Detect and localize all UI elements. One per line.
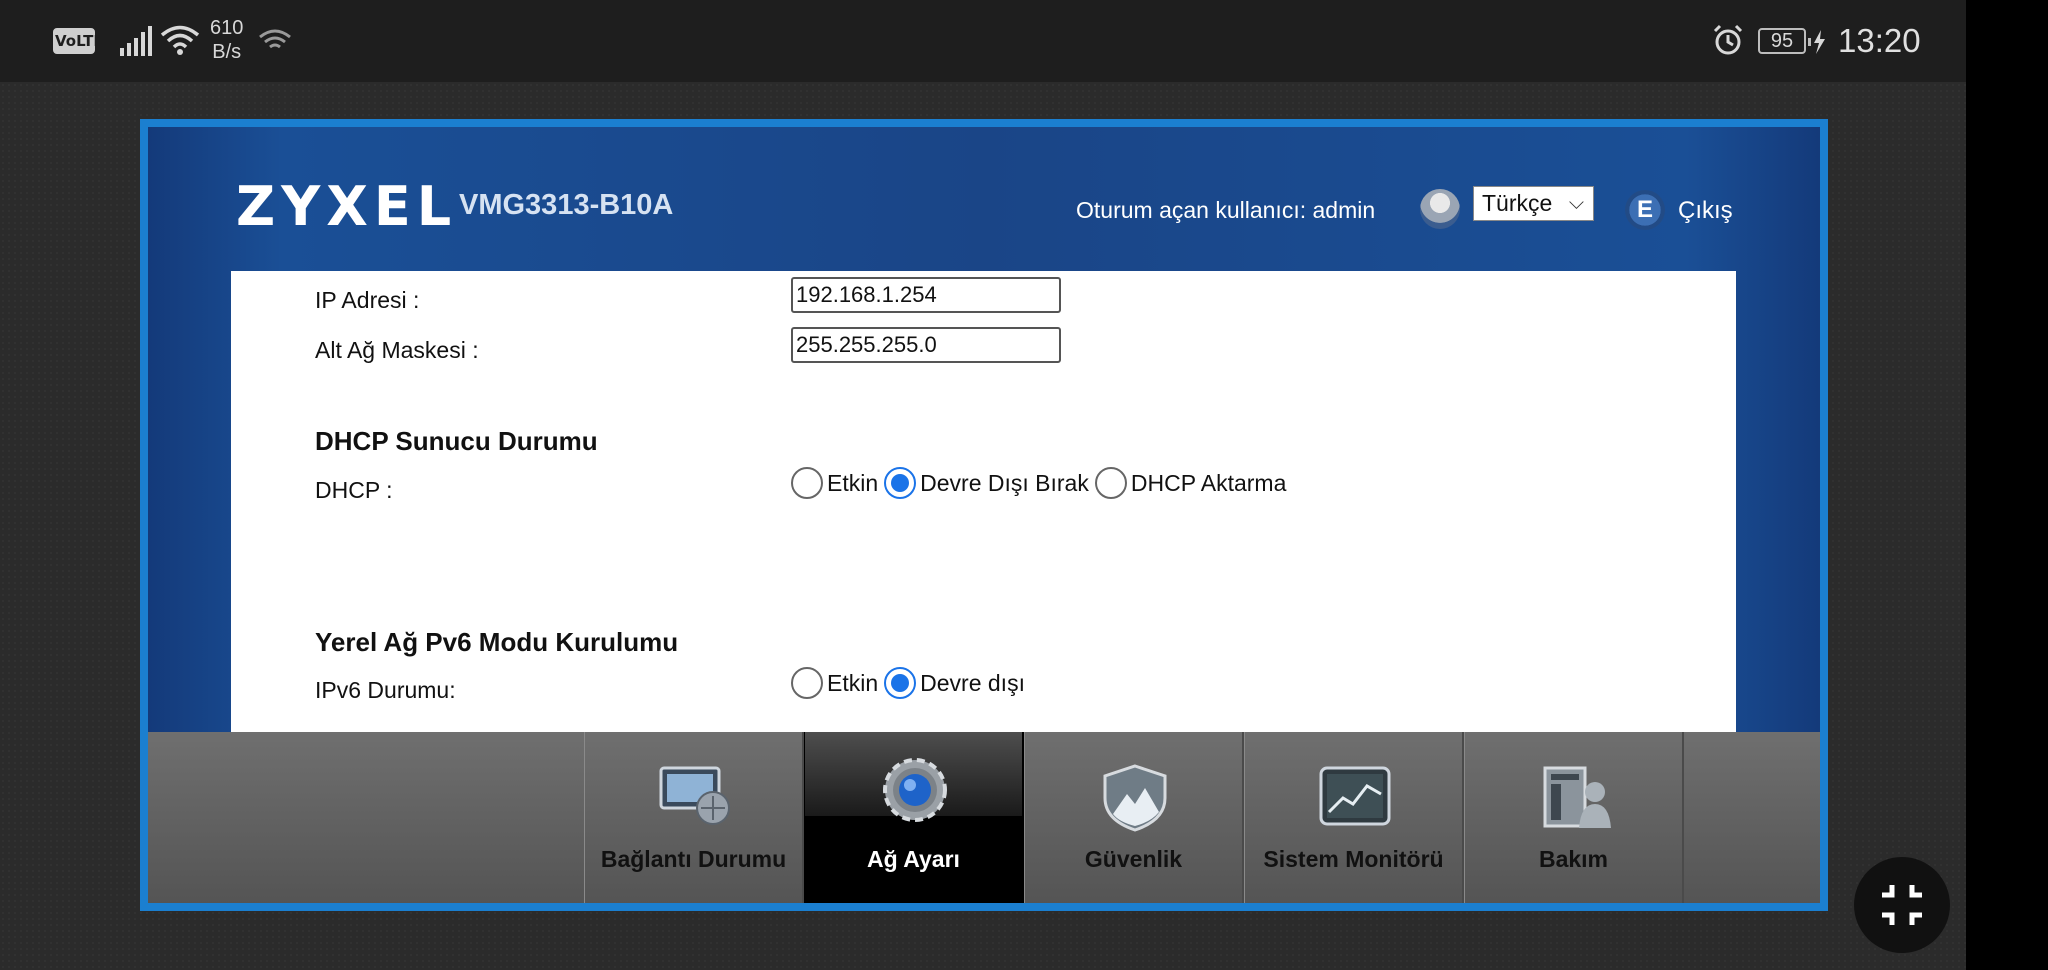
bottom-nav: Bağlantı Durumu Ağ Ayarı Güvenlik Sistem… [148, 732, 1820, 903]
subnet-mask-input[interactable]: 255.255.255.0 [791, 327, 1061, 363]
dhcp-radio-group: Etkin Devre Dışı Bırak DHCP Aktarma [791, 467, 1292, 499]
nav-security[interactable]: Güvenlik [1024, 732, 1244, 903]
chart-monitor-icon [1319, 766, 1391, 826]
net-speed: 610 B/s [210, 16, 243, 64]
chevron-down-icon: ⌵ [1568, 192, 1584, 214]
logout-link[interactable]: Çıkış [1678, 197, 1733, 225]
ipv6-option-disabled: Devre dışı [920, 669, 1025, 696]
nav-label-maintenance: Bakım [1538, 846, 1609, 872]
nav-label-network-settings: Ağ Ayarı [867, 846, 960, 872]
ipv6-radio-enabled[interactable] [791, 667, 823, 699]
subnet-mask-label: Alt Ağ Maskesi : [315, 337, 479, 363]
ip-address-input[interactable]: 192.168.1.254 [791, 277, 1061, 313]
user-avatar-icon [1420, 189, 1460, 229]
router-header: ZYXEL VMG3313-B10A Oturum açan kullanıcı… [148, 127, 1820, 267]
router-admin-panel: ZYXEL VMG3313-B10A Oturum açan kullanıcı… [140, 119, 1828, 911]
ip-address-label: IP Adresi : [315, 287, 420, 313]
shield-icon [1103, 764, 1167, 832]
signal-icon [120, 26, 152, 56]
logged-in-user: Oturum açan kullanıcı: admin [1076, 197, 1376, 223]
language-value: Türkçe [1482, 190, 1553, 216]
volte-icon: VoLTE [53, 28, 104, 54]
monitor-icon [659, 766, 730, 825]
net-speed-unit: B/s [212, 41, 242, 63]
brand-logo: ZYXEL [236, 175, 458, 238]
exit-fullscreen-button[interactable] [1854, 857, 1950, 953]
ipv6-section-title: Yerel Ağ Pv6 Modu Kurulumu [315, 627, 679, 657]
dhcp-option-relay: DHCP Aktarma [1130, 469, 1287, 496]
nav-label-system-monitor: Sistem Monitörü [1263, 846, 1444, 872]
nav-connection-status[interactable]: Bağlantı Durumu [584, 732, 804, 903]
ipv6-radio-disabled[interactable] [884, 667, 917, 699]
clock: 13:20 [1838, 22, 1921, 59]
wifi-icon [160, 25, 200, 55]
model-name: VMG3313-B10A [459, 189, 674, 221]
dhcp-label: DHCP : [315, 477, 393, 503]
nav-system-monitor[interactable]: Sistem Monitörü [1244, 732, 1464, 903]
nav-maintenance[interactable]: Bakım [1464, 732, 1684, 903]
ipv6-radio-group: Etkin Devre dışı [791, 667, 1031, 699]
nav-label-connection-status: Bağlantı Durumu [600, 846, 787, 872]
ipv6-option-enabled: Etkin [827, 669, 879, 696]
side-panel [1966, 0, 2048, 970]
nav-label-security: Güvenlik [1084, 846, 1183, 872]
alarm-icon [1713, 24, 1743, 55]
status-bar: VoLTE 610 B/s 95 13:20 [0, 0, 1966, 82]
battery-indicator: 95 [1758, 28, 1806, 54]
dhcp-option-enabled: Etkin [827, 469, 879, 496]
ipv6-label: IPv6 Durumu: [315, 677, 456, 703]
maintenance-icon [1543, 766, 1611, 828]
nav-network-settings[interactable]: Ağ Ayarı [804, 732, 1024, 903]
dhcp-radio-relay[interactable] [1094, 467, 1127, 499]
net-speed-value: 610 [210, 17, 244, 39]
logout-icon[interactable]: E [1625, 190, 1665, 230]
dhcp-radio-disabled[interactable] [884, 467, 917, 499]
hotspot-icon [259, 29, 291, 49]
gear-icon [883, 758, 947, 822]
settings-content: IP Adresi : 192.168.1.254 Alt Ağ Maskesi… [231, 271, 1736, 737]
dhcp-radio-enabled[interactable] [791, 467, 823, 499]
exit-fullscreen-icon [1882, 885, 1922, 925]
charging-icon [1808, 30, 1825, 54]
dhcp-option-disabled: Devre Dışı Bırak [920, 469, 1089, 496]
language-select[interactable]: Türkçe ⌵ [1473, 186, 1594, 221]
dhcp-section-title: DHCP Sunucu Durumu [315, 426, 598, 456]
